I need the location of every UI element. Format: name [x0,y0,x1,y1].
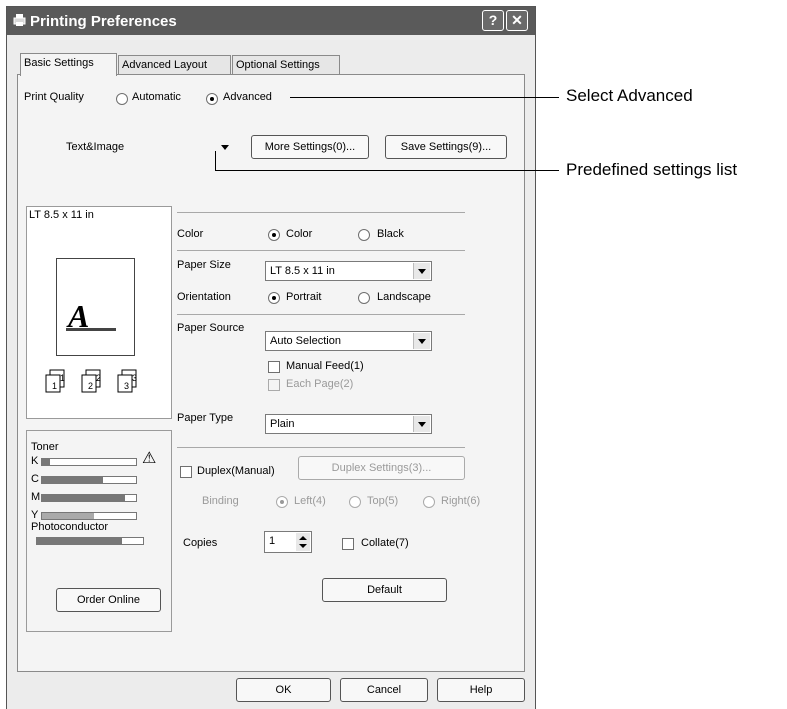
paper-size-dropdown[interactable]: LT 8.5 x 11 in [265,261,432,281]
photoconductor-label: Photoconductor [31,521,109,533]
toner-y-bar [41,512,137,520]
spin-arrows-icon[interactable] [296,533,310,551]
warning-icon: ⚠ [142,450,157,467]
paper-source-value: Auto Selection [270,335,341,347]
separator [177,250,465,251]
separator [177,314,465,315]
callout-line-predefined [215,170,559,171]
color-radio[interactable] [268,229,280,241]
help-button[interactable]: Help [437,678,525,702]
more-settings-button[interactable]: More Settings(0)... [251,135,369,159]
binding-left-radio[interactable] [276,496,288,508]
callout-select-advanced: Select Advanced [566,86,693,105]
photoconductor-bar [36,537,144,545]
svg-text:1: 1 [52,381,57,391]
binding-right-label: Right(6) [441,495,481,507]
binding-right-radio[interactable] [423,496,435,508]
automatic-radio[interactable] [116,93,128,105]
print-quality-label: Print Quality [24,91,84,103]
landscape-label: Landscape [377,291,431,303]
separator [177,212,465,213]
collate-label: Collate(7) [361,537,409,549]
help-title-button[interactable]: ? [482,10,504,31]
toner-c-bar [41,476,137,484]
svg-text:3: 3 [124,381,129,391]
paper-type-value: Plain [270,418,295,430]
preview-paper-size: LT 8.5 x 11 in [29,209,94,221]
callout-predefined-list: Predefined settings list [566,160,738,179]
chevron-down-icon[interactable] [413,416,430,432]
photoconductor-fill [37,538,122,544]
cancel-button[interactable]: Cancel [340,678,428,702]
advanced-label: Advanced [223,91,272,103]
callout-line-advanced [290,97,559,98]
chevron-down-icon[interactable] [413,333,430,349]
paper-source-label: Paper Source [177,322,245,334]
chevron-down-icon[interactable] [217,139,233,155]
sample-underline [66,328,116,331]
toner-m-label: M [31,491,41,503]
copies-stepper[interactable]: 1 [264,531,312,553]
order-online-button[interactable]: Order Online [56,588,161,612]
orientation-label: Orientation [177,291,231,303]
paper-size-value: LT 8.5 x 11 in [270,265,335,277]
paper-size-label: Paper Size [177,259,231,271]
predefined-settings-dropdown[interactable]: Text&Image [62,138,234,160]
predefined-settings-value: Text&Image [66,141,125,153]
toner-m-bar [41,494,137,502]
black-radio[interactable] [358,229,370,241]
chevron-down-icon[interactable] [413,263,430,279]
manual-feed-checkbox[interactable] [268,361,280,373]
advanced-radio[interactable] [206,93,218,105]
paper-type-dropdown[interactable]: Plain [265,414,432,434]
toner-k-fill [42,459,50,465]
collate-checkbox[interactable] [342,538,354,550]
toner-c-label: C [31,473,39,485]
toner-label: Toner [31,441,59,453]
landscape-radio[interactable] [358,292,370,304]
save-settings-button[interactable]: Save Settings(9)... [385,135,507,159]
tab-advanced-layout[interactable]: Advanced Layout [118,55,231,74]
ok-button[interactable]: OK [236,678,331,702]
tab-basic-settings[interactable]: Basic Settings [20,53,117,76]
toner-m-fill [42,495,125,501]
color-option-label: Color [286,228,313,240]
close-title-button[interactable]: ✕ [506,10,528,31]
svg-text:2: 2 [96,373,101,383]
manual-feed-label: Manual Feed(1) [286,360,364,372]
svg-text:1: 1 [60,373,65,383]
portrait-label: Portrait [286,291,322,303]
copies-value: 1 [269,535,276,547]
svg-text:3: 3 [132,373,137,383]
copies-label: Copies [183,537,218,549]
tab-optional-settings[interactable]: Optional Settings [232,55,340,74]
toner-y-fill [42,513,94,519]
color-label: Color [177,228,204,240]
toner-k-label: K [31,455,39,467]
binding-top-label: Top(5) [367,495,399,507]
black-option-label: Black [377,228,404,240]
window-title: Printing Preferences [30,13,177,30]
each-page-checkbox[interactable] [268,379,280,391]
toner-k-bar [41,458,137,466]
duplex-label: Duplex(Manual) [197,465,275,477]
toner-c-fill [42,477,104,483]
duplex-settings-button[interactable]: Duplex Settings(3)... [298,456,465,480]
duplex-checkbox[interactable] [180,466,192,478]
toner-y-label: Y [31,509,39,521]
copies-stack-icon: 11 22 33 [45,369,137,393]
portrait-radio[interactable] [268,292,280,304]
separator [177,447,465,448]
automatic-label: Automatic [132,91,181,103]
binding-top-radio[interactable] [349,496,361,508]
binding-left-label: Left(4) [294,495,326,507]
svg-text:2: 2 [88,381,93,391]
each-page-label: Each Page(2) [286,378,354,390]
printer-icon [13,14,26,26]
callout-line-predefined-vertical [215,151,216,171]
binding-label: Binding [202,495,239,507]
default-button[interactable]: Default [322,578,447,602]
paper-type-label: Paper Type [177,412,234,424]
paper-source-dropdown[interactable]: Auto Selection [265,331,432,351]
